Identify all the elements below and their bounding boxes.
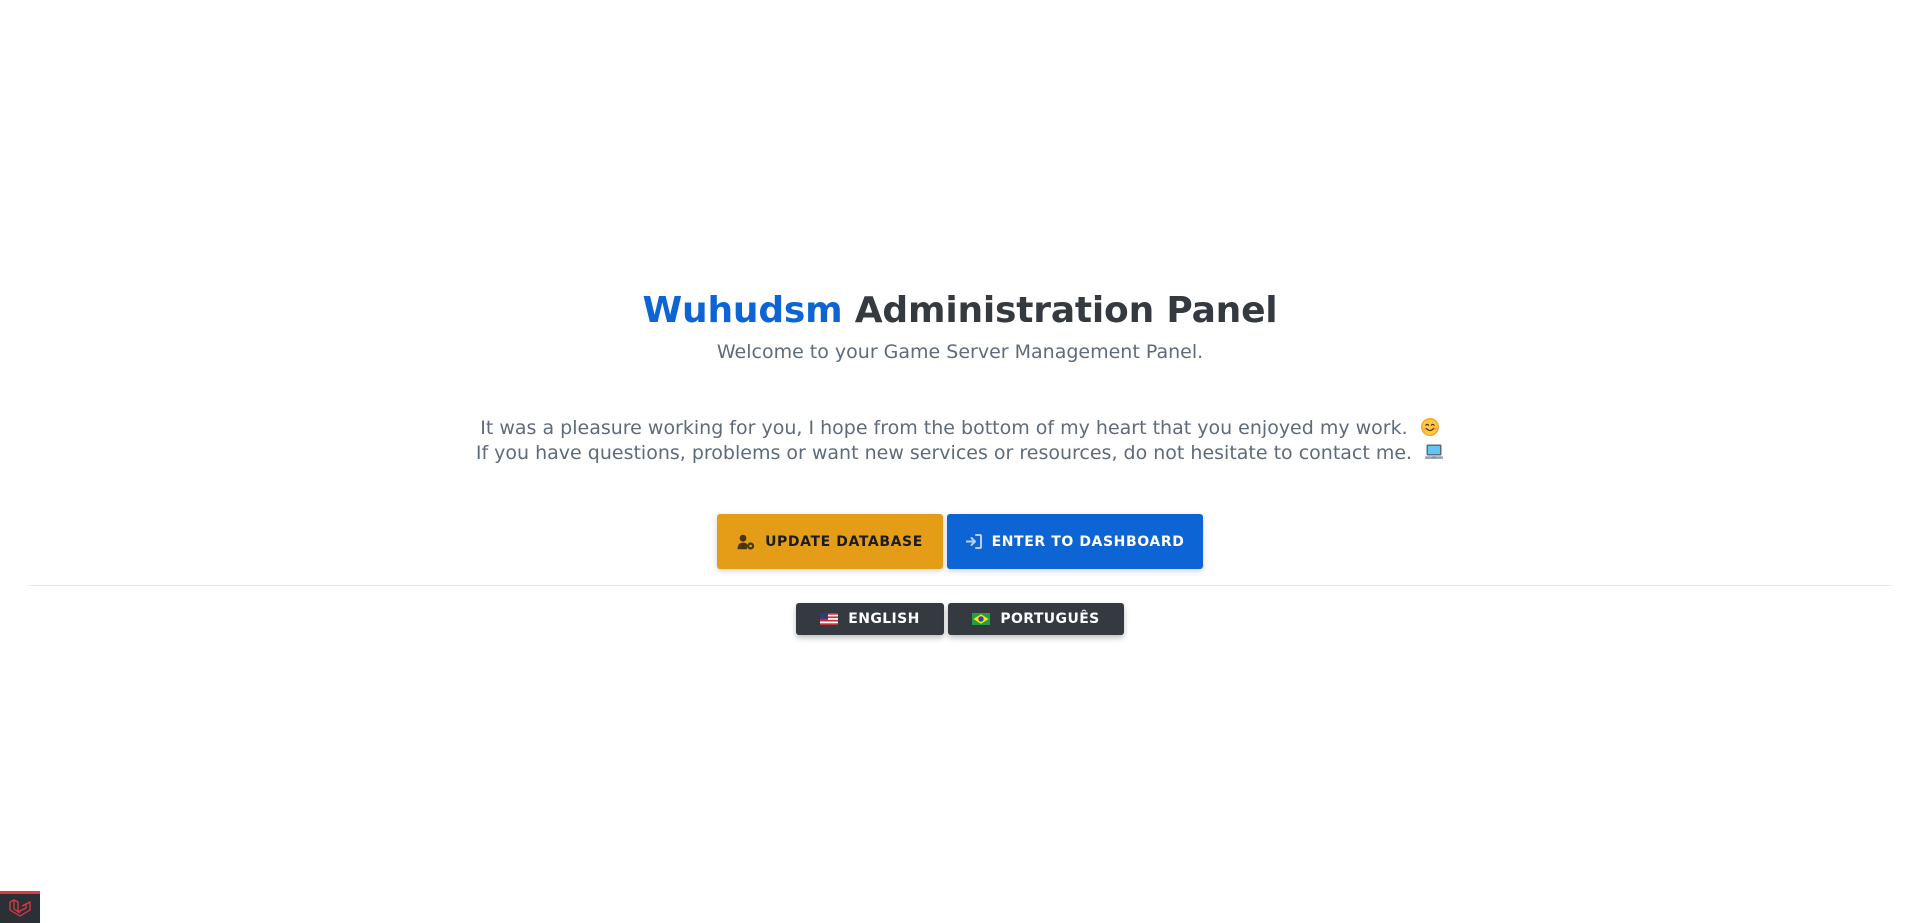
smiling-face-emoji-icon xyxy=(1420,418,1439,436)
brand-name: Wuhudsm xyxy=(642,290,843,331)
update-database-button[interactable]: UPDATE DATABASE xyxy=(717,514,943,569)
laravel-logo-icon xyxy=(9,898,31,917)
hero-section: Wuhudsm Administration Panel Welcome to … xyxy=(0,286,1920,466)
action-buttons: UPDATE DATABASE ENTER TO DASHBOARD xyxy=(0,514,1920,569)
page: Wuhudsm Administration Panel Welcome to … xyxy=(0,0,1920,923)
language-english-button[interactable]: ENGLISH xyxy=(796,603,944,635)
message-line-1: It was a pleasure working for you, I hop… xyxy=(0,416,1920,441)
page-title: Wuhudsm Administration Panel xyxy=(0,286,1920,336)
thank-you-message: It was a pleasure working for you, I hop… xyxy=(0,416,1920,466)
enter-dashboard-label: ENTER TO DASHBOARD xyxy=(991,533,1185,550)
us-flag-icon xyxy=(820,613,839,625)
section-divider xyxy=(28,585,1892,586)
language-portuguese-label: PORTUGUÊS xyxy=(1000,611,1100,627)
user-cog-icon xyxy=(737,534,755,550)
page-subtitle: Welcome to your Game Server Management P… xyxy=(716,341,1204,363)
enter-dashboard-button[interactable]: ENTER TO DASHBOARD xyxy=(947,514,1203,569)
laptop-computer-emoji-icon xyxy=(1425,444,1444,459)
message-line-2: If you have questions, problems or want … xyxy=(0,441,1920,466)
language-portuguese-button[interactable]: PORTUGUÊS xyxy=(948,603,1124,635)
title-text: Administration Panel xyxy=(842,290,1278,331)
language-switcher: ENGLISH PORTUGUÊS xyxy=(0,603,1920,635)
message-line-1-text: It was a pleasure working for you, I hop… xyxy=(480,417,1408,439)
br-flag-icon xyxy=(972,613,991,625)
update-database-label: UPDATE DATABASE xyxy=(765,533,923,550)
sign-in-icon xyxy=(965,534,982,549)
language-english-label: ENGLISH xyxy=(848,611,920,627)
message-line-2-text: If you have questions, problems or want … xyxy=(475,442,1413,464)
laravel-debug-badge[interactable] xyxy=(0,891,40,923)
